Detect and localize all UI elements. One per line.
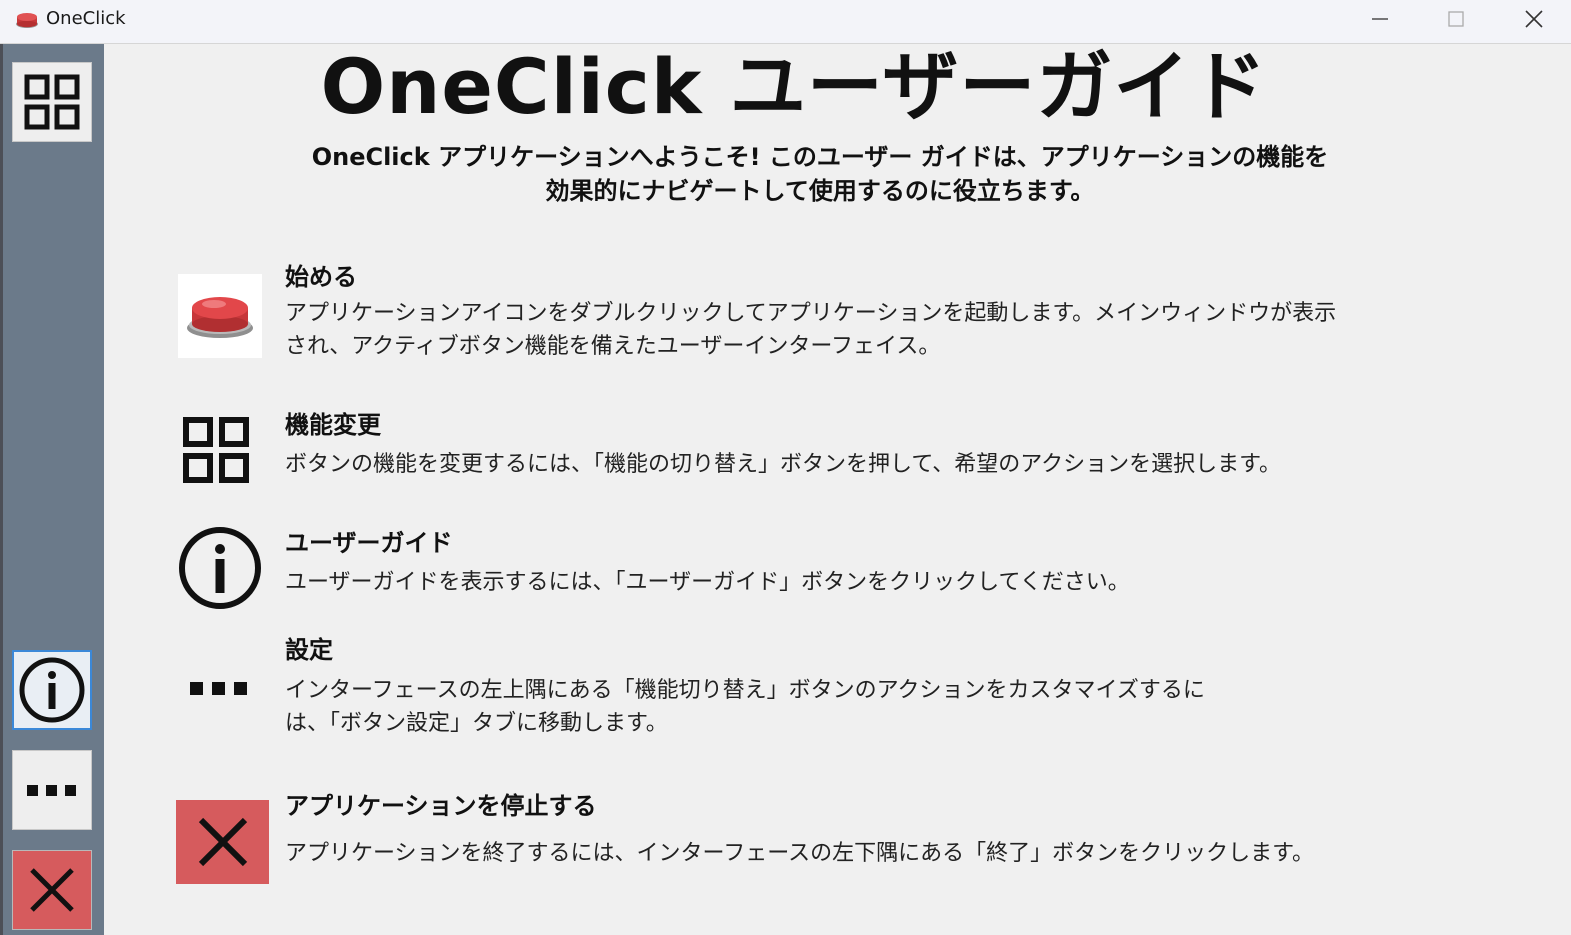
section-heading: アプリケーションを停止する — [285, 792, 597, 820]
section-body: アプリケーションアイコンをダブルクリックしてアプリケーションを起動します。メイン… — [285, 301, 1337, 359]
close-icon — [1525, 10, 1543, 28]
section-heading: ユーザーガイド — [285, 529, 453, 557]
info-icon — [19, 657, 85, 723]
title-bar: OneClick — [0, 0, 1571, 44]
section-heading: 機能変更 — [285, 411, 381, 439]
user-guide-button[interactable] — [12, 650, 92, 730]
maximize-icon — [1448, 11, 1464, 27]
grid-icon — [176, 410, 256, 490]
function-switch-button[interactable] — [12, 62, 92, 142]
section-body: ユーザーガイドを表示するには、「ユーザーガイド」ボタンをクリックしてください。 — [285, 570, 1130, 595]
settings-button[interactable] — [12, 750, 92, 830]
section-heading: 設定 — [285, 636, 333, 664]
section-body: インターフェースの左上隅にある「機能切り替え」ボタンのアクションをカスタマイズす… — [285, 678, 1205, 736]
app-logo-icon — [14, 8, 40, 30]
intro-text: OneClick アプリケーションへようこそ! このユーザー ガイドは、アプリケ… — [311, 143, 1329, 205]
info-icon — [176, 524, 264, 612]
grid-icon — [24, 74, 80, 130]
section-body: アプリケーションを終了するには、インターフェースの左下隅にある「終了」ボタンをク… — [285, 841, 1314, 866]
section-body: ボタンの機能を変更するには、「機能の切り替え」ボタンを押して、希望のアクションを… — [285, 452, 1281, 477]
maximize-button[interactable] — [1418, 0, 1494, 38]
close-icon — [30, 868, 74, 912]
close-window-button[interactable] — [1496, 0, 1571, 38]
close-icon — [176, 800, 269, 884]
sidebar — [3, 44, 104, 935]
window-title: OneClick — [46, 8, 126, 29]
page-title: OneClick ユーザーガイド — [320, 42, 1268, 131]
minimize-button[interactable] — [1342, 0, 1418, 38]
exit-button[interactable] — [12, 850, 92, 930]
more-icon — [27, 785, 76, 796]
minimize-icon — [1372, 18, 1388, 20]
section-heading: 始める — [285, 263, 357, 291]
more-icon — [183, 670, 255, 706]
red-button-icon — [178, 274, 262, 358]
